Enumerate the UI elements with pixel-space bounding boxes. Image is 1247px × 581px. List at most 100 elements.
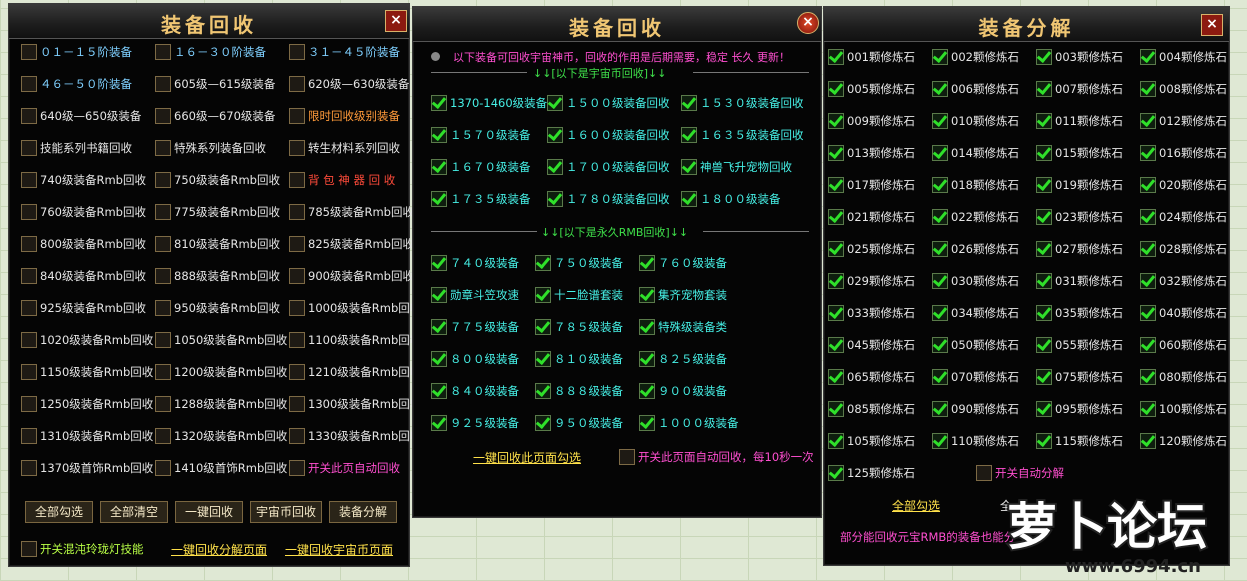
rmb-recycle-option[interactable]: ８２５级装备 [639, 351, 727, 367]
checkbox[interactable] [535, 255, 551, 271]
checkbox[interactable] [289, 332, 305, 348]
checkbox[interactable] [155, 236, 171, 252]
rmb-recycle-option[interactable]: ８４０级装备 [431, 383, 519, 399]
checkbox[interactable] [639, 383, 655, 399]
recycle-option[interactable]: 620级—630级装备 [289, 76, 409, 92]
recycle-option[interactable]: 950级装备Rmb回收 [155, 300, 280, 316]
recycle-option[interactable]: 开关此页自动回收 [289, 460, 400, 476]
checkbox[interactable] [619, 449, 635, 465]
decompose-option[interactable]: 085颗修炼石 [828, 401, 915, 417]
recycle-option[interactable]: 925级装备Rmb回收 [21, 300, 146, 316]
checkbox[interactable] [21, 76, 37, 92]
cosmos-coin-option[interactable]: １６７０级装备 [431, 159, 531, 175]
recycle-option[interactable]: ４６－５０阶装备 [21, 76, 132, 92]
decompose-option[interactable]: 065颗修炼石 [828, 369, 915, 385]
rmb-recycle-option[interactable]: ７４０级装备 [431, 255, 519, 271]
checkbox[interactable] [828, 209, 844, 225]
checkbox[interactable] [289, 204, 305, 220]
checkbox[interactable] [155, 364, 171, 380]
decompose-option[interactable]: 034颗修炼石 [932, 305, 1019, 321]
checkbox[interactable] [1036, 369, 1052, 385]
rmb-recycle-option[interactable]: １０００级装备 [639, 415, 739, 431]
checkbox[interactable] [155, 140, 171, 156]
decompose-option[interactable]: 095颗修炼石 [1036, 401, 1123, 417]
toggle-chaos-lamp-skill[interactable]: 开关混沌玲珑灯技能 [21, 541, 144, 557]
recycle-option[interactable]: 750级装备Rmb回收 [155, 172, 280, 188]
decompose-option[interactable]: 040颗修炼石 [1140, 305, 1227, 321]
checkbox[interactable] [155, 396, 171, 412]
checkbox[interactable] [1036, 145, 1052, 161]
checkbox[interactable] [21, 364, 37, 380]
checkbox[interactable] [289, 76, 305, 92]
checkbox[interactable] [828, 433, 844, 449]
decompose-option[interactable]: 016颗修炼石 [1140, 145, 1227, 161]
decompose-option[interactable]: 002颗修炼石 [932, 49, 1019, 65]
link-recycle-decompose-page[interactable]: 一键回收分解页面 [171, 541, 267, 558]
checkbox[interactable] [431, 127, 447, 143]
checkbox[interactable] [639, 351, 655, 367]
checkbox[interactable] [21, 268, 37, 284]
checkbox[interactable] [1140, 433, 1156, 449]
checkbox[interactable] [431, 255, 447, 271]
recycle-option[interactable]: 1020级装备Rmb回收 [21, 332, 153, 348]
checkbox[interactable] [1140, 49, 1156, 65]
checkbox[interactable] [828, 113, 844, 129]
checkbox[interactable] [639, 255, 655, 271]
decompose-option[interactable]: 004颗修炼石 [1140, 49, 1227, 65]
action-button[interactable]: 全部清空 [100, 501, 168, 523]
decompose-option[interactable]: 010颗修炼石 [932, 113, 1019, 129]
decompose-option[interactable]: 007颗修炼石 [1036, 81, 1123, 97]
recycle-option[interactable]: 特殊系列装备回收 [155, 140, 266, 156]
recycle-option[interactable]: 技能系列书籍回收 [21, 140, 132, 156]
close-icon[interactable]: × [1201, 14, 1223, 36]
checkbox[interactable] [828, 337, 844, 353]
toggle-auto-decompose[interactable]: 开关自动分解 [976, 465, 1064, 481]
checkbox[interactable] [155, 108, 171, 124]
decompose-option[interactable]: 050颗修炼石 [932, 337, 1019, 353]
link-recycle-cosmos-coin-page[interactable]: 一键回收宇宙币页面 [285, 541, 393, 558]
cosmos-coin-option[interactable]: １７３５级装备 [431, 191, 531, 207]
checkbox[interactable] [289, 140, 305, 156]
checkbox[interactable] [1036, 113, 1052, 129]
checkbox[interactable] [289, 268, 305, 284]
link-select-all[interactable]: 全部勾选 [892, 497, 940, 514]
checkbox[interactable] [1036, 209, 1052, 225]
rmb-recycle-option[interactable]: ８１０级装备 [535, 351, 623, 367]
panel-titlebar[interactable]: 装备回收 × [9, 4, 409, 39]
checkbox[interactable] [21, 332, 37, 348]
decompose-option[interactable]: 019颗修炼石 [1036, 177, 1123, 193]
rmb-recycle-option[interactable]: ７６０级装备 [639, 255, 727, 271]
decompose-option[interactable]: 008颗修炼石 [1140, 81, 1227, 97]
recycle-option[interactable]: 825级装备Rmb回收 [289, 236, 414, 252]
checkbox[interactable] [547, 95, 563, 111]
checkbox[interactable] [932, 49, 948, 65]
checkbox[interactable] [1140, 113, 1156, 129]
checkbox[interactable] [1140, 337, 1156, 353]
decompose-option[interactable]: 021颗修炼石 [828, 209, 915, 225]
recycle-option[interactable]: 888级装备Rmb回收 [155, 268, 280, 284]
recycle-option[interactable]: 1310级装备Rmb回收 [21, 428, 153, 444]
decompose-option[interactable]: 006颗修炼石 [932, 81, 1019, 97]
checkbox[interactable] [828, 273, 844, 289]
checkbox[interactable] [21, 541, 37, 557]
recycle-option[interactable]: 1370级首饰Rmb回收 [21, 460, 153, 476]
recycle-option[interactable]: 775级装备Rmb回收 [155, 204, 280, 220]
recycle-option[interactable]: 1200级装备Rmb回收 [155, 364, 287, 380]
cosmos-coin-option[interactable]: １７８０级装备回收 [547, 191, 670, 207]
toggle-auto-recycle[interactable]: 开关此页面自动回收，每10秒一次 [619, 449, 814, 465]
recycle-option[interactable]: 1050级装备Rmb回收 [155, 332, 287, 348]
decompose-option[interactable]: 075颗修炼石 [1036, 369, 1123, 385]
rmb-recycle-option[interactable]: ８００级装备 [431, 351, 519, 367]
cosmos-coin-option[interactable]: １８００级装备 [681, 191, 781, 207]
rmb-recycle-option[interactable]: ９２５级装备 [431, 415, 519, 431]
recycle-option[interactable]: 660级—670级装备 [155, 108, 275, 124]
checkbox[interactable] [828, 241, 844, 257]
checkbox[interactable] [535, 383, 551, 399]
checkbox[interactable] [21, 44, 37, 60]
checkbox[interactable] [1036, 81, 1052, 97]
decompose-option[interactable]: 011颗修炼石 [1036, 113, 1123, 129]
checkbox[interactable] [431, 351, 447, 367]
checkbox[interactable] [155, 332, 171, 348]
checkbox[interactable] [1036, 241, 1052, 257]
checkbox[interactable] [289, 172, 305, 188]
